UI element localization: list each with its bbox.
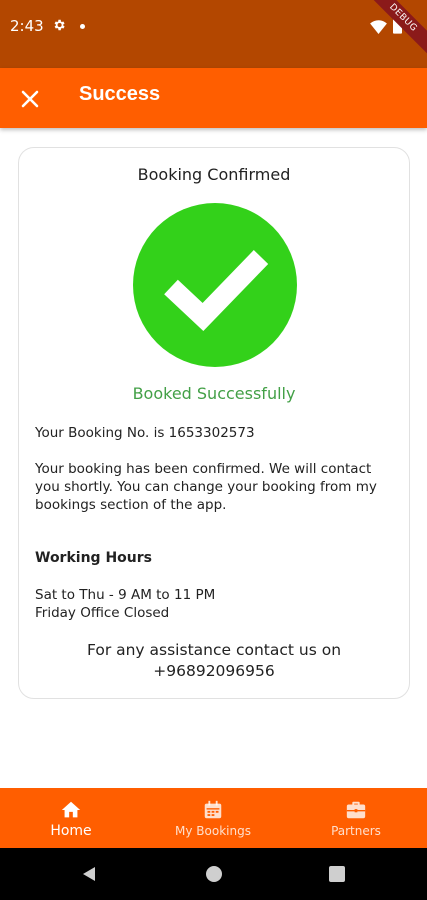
- booking-number: Your Booking No. is 1653302573: [35, 425, 255, 441]
- system-navigation-bar: [0, 848, 427, 900]
- working-hours-weekdays: Sat to Thu - 9 AM to 11 PM: [35, 587, 216, 603]
- nav-item-partners[interactable]: Partners: [285, 788, 427, 848]
- nav-item-home[interactable]: Home: [0, 788, 142, 848]
- working-hours-friday: Friday Office Closed: [35, 605, 170, 621]
- nav-label-my-bookings: My Bookings: [175, 824, 251, 838]
- close-icon[interactable]: [14, 83, 46, 115]
- page-title: Success: [79, 83, 161, 105]
- settings-icon: [54, 19, 65, 31]
- nav-label-partners: Partners: [331, 824, 381, 838]
- booking-confirmation-card: Booking Confirmed Booked Successfully Yo…: [18, 147, 410, 699]
- briefcase-icon: [346, 801, 366, 819]
- recent-apps-icon[interactable]: [328, 865, 346, 883]
- home-circle-icon[interactable]: [205, 865, 223, 883]
- working-hours-heading: Working Hours: [35, 550, 152, 566]
- check-circle-icon: [133, 203, 297, 367]
- status-bar: 2:43 DEBUG: [0, 0, 427, 68]
- confirmation-message: Your booking has been confirmed. We will…: [35, 461, 377, 513]
- calendar-icon: [204, 800, 222, 819]
- home-icon: [61, 801, 81, 818]
- back-icon[interactable]: [80, 865, 98, 883]
- app-bar: Success: [0, 68, 427, 128]
- notification-dot-icon: [80, 24, 85, 29]
- nav-label-home: Home: [50, 823, 92, 839]
- bottom-navigation: Home My Bookings Partners: [0, 788, 427, 848]
- assistance-contact: For any assistance contact us on +968920…: [19, 640, 409, 682]
- assistance-phone[interactable]: +96892096956: [19, 661, 409, 682]
- success-message: Booked Successfully: [132, 384, 296, 403]
- nav-item-my-bookings[interactable]: My Bookings: [142, 788, 284, 848]
- assistance-text: For any assistance contact us on: [86, 641, 342, 659]
- wifi-icon: [370, 20, 387, 34]
- card-title: Booking Confirmed: [137, 165, 291, 184]
- status-time: 2:43: [10, 17, 44, 35]
